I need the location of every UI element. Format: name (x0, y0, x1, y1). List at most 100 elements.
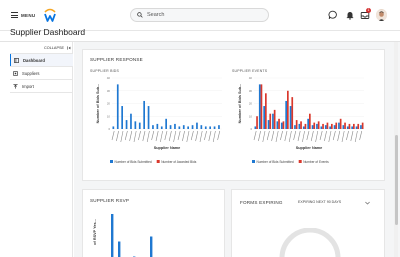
bar (134, 121, 137, 129)
bar (326, 122, 329, 129)
x-tick-label (177, 130, 181, 141)
bar (344, 122, 346, 129)
bar (282, 121, 285, 129)
supplier-rsvp-chart: of RSVP Yes... (93, 214, 153, 257)
x-tick-label (173, 130, 177, 143)
x-tick-label (288, 130, 292, 143)
bar (204, 126, 207, 129)
bar (280, 122, 283, 129)
bar (357, 123, 360, 129)
expiring-filter-select[interactable]: EXPIRING NEXT 90 DAYS (298, 200, 341, 204)
sidebar-divider (10, 92, 73, 93)
x-tick-label (151, 130, 155, 141)
collapse-label: COLLAPSE (44, 46, 65, 50)
bar (152, 125, 154, 129)
legend-swatch (298, 160, 302, 163)
y-tick-label: 0 (250, 127, 252, 131)
bar (209, 126, 211, 129)
bar (313, 122, 316, 129)
bar (265, 93, 267, 129)
menu-button[interactable]: MENU (11, 12, 35, 18)
chat-icon[interactable] (328, 10, 338, 20)
x-tick-label (350, 130, 354, 142)
bar (291, 97, 294, 129)
search-input[interactable]: Search (147, 12, 164, 18)
bar (353, 123, 355, 129)
x-tick-label (306, 130, 310, 141)
bar (156, 123, 159, 129)
sidebar-item-dashboard[interactable]: Dashboard (10, 54, 73, 66)
x-tick-label (315, 130, 319, 143)
bar (272, 113, 274, 129)
search-field[interactable]: Search (130, 8, 269, 22)
bar (273, 109, 276, 129)
sidebar: COLLAPSE Dashboard Suppliers Import (0, 42, 73, 257)
x-tick-label (133, 130, 137, 143)
x-tick-label (332, 130, 336, 141)
notification-badge: 1 (366, 8, 371, 13)
bar (160, 126, 163, 129)
bar (150, 236, 153, 257)
bar (112, 126, 115, 129)
y-tick-label: 30 (107, 89, 111, 93)
bar (267, 120, 270, 129)
bell-icon[interactable] (345, 10, 355, 20)
legend-label: Number of Awarded Bids (161, 160, 197, 164)
x-tick-label (168, 130, 172, 142)
x-axis-label: Supplier Name (296, 146, 323, 150)
x-tick-label (182, 130, 185, 142)
x-tick-label (208, 130, 212, 142)
sidebar-item-import[interactable]: Import (10, 80, 73, 92)
x-tick-label (341, 130, 345, 143)
bar (121, 106, 123, 129)
x-tick-label (212, 130, 216, 143)
workday-logo-icon[interactable] (43, 8, 57, 23)
hamburger-icon (11, 12, 18, 18)
x-tick-label (280, 130, 283, 141)
x-tick-label (258, 130, 261, 142)
y-tick-label: 40 (107, 76, 111, 80)
x-tick-label (354, 130, 358, 143)
sidebar-item-label: Dashboard (23, 57, 45, 63)
x-tick-label (164, 130, 168, 141)
bar (218, 125, 220, 129)
x-tick-label (271, 130, 275, 142)
y-tick-label: 20 (249, 102, 253, 106)
y-tick-label: 30 (249, 89, 253, 93)
y-tick-label: 0 (108, 127, 110, 131)
bar (200, 125, 203, 129)
search-icon (137, 12, 143, 18)
card-title: SUPPLIER RSVP (90, 198, 130, 203)
bar (147, 106, 150, 129)
gauge-chart (279, 228, 341, 257)
sidebar-item-suppliers[interactable]: Suppliers (10, 67, 73, 79)
forms-expiring-card: FORMS EXPIRING EXPIRING NEXT 90 DAYS (231, 189, 385, 257)
x-tick-label (337, 130, 341, 142)
bar (361, 122, 364, 129)
bar (118, 241, 121, 257)
y-tick-label: 10 (249, 114, 253, 118)
import-icon (13, 83, 18, 89)
y-tick-label: 10 (107, 114, 111, 118)
x-tick-label (204, 130, 207, 141)
chevron-down-icon[interactable] (365, 201, 370, 205)
bar (125, 120, 128, 129)
bar (298, 123, 301, 129)
card-title: FORMS EXPIRING (240, 200, 283, 205)
bar (254, 126, 257, 129)
bar (339, 118, 342, 129)
collapse-button[interactable]: COLLAPSE (44, 46, 71, 50)
x-tick-label (146, 130, 150, 143)
chart-subtitle: SUPPLIER BIDS (90, 69, 120, 73)
bar (309, 113, 311, 129)
bar (258, 84, 261, 129)
supplier-response-card: SUPPLIER RESPONSE SUPPLIER BIDS 0 10 20 30 4… (82, 49, 385, 181)
scrollbar-thumb[interactable] (394, 135, 398, 225)
bar (278, 118, 280, 129)
x-tick-label (293, 130, 297, 141)
x-tick-label (116, 130, 119, 142)
x-tick-label (111, 130, 115, 141)
avatar[interactable] (376, 9, 387, 21)
bar (178, 126, 181, 129)
chart-subtitle: SUPPLIER EVENTS (232, 69, 268, 73)
